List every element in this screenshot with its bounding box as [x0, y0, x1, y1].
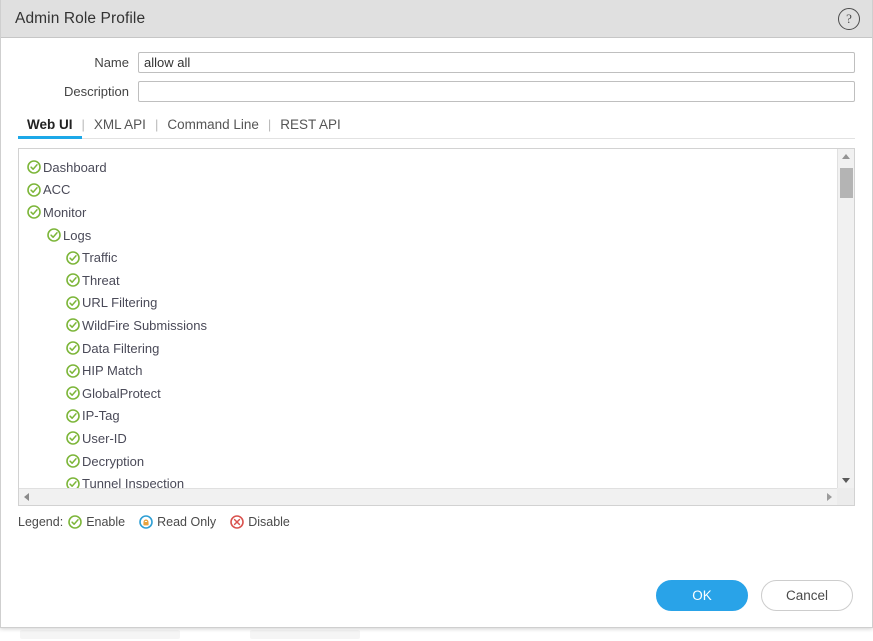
scrollbar-corner [837, 488, 854, 505]
page-title: Admin Role Profile [15, 9, 146, 27]
legend-item-disable: Disable [230, 515, 290, 529]
tree-horizontal-scrollbar[interactable] [19, 488, 837, 505]
background-page-strip-2 [250, 630, 360, 639]
tree-item-label: Threat [82, 272, 120, 288]
tree-item[interactable]: Dashboard [19, 156, 837, 179]
scroll-right-arrow-icon[interactable] [827, 493, 832, 501]
description-field-row: Description [18, 81, 855, 102]
scroll-down-arrow-icon[interactable] [842, 478, 850, 483]
cancel-button[interactable]: Cancel [761, 580, 853, 611]
tree-item[interactable]: ACC [19, 179, 837, 202]
tree-item[interactable]: Decryption [19, 450, 837, 473]
legend-label-enable: Enable [86, 515, 126, 529]
check-circle-icon[interactable] [66, 431, 80, 446]
tree-item-label: Traffic [82, 250, 118, 266]
tab-rest-api[interactable]: REST API [271, 117, 350, 138]
check-circle-icon[interactable] [66, 409, 80, 423]
check-circle-icon[interactable] [47, 228, 61, 242]
legend-label-disable: Disable [248, 515, 290, 529]
tree-vertical-scrollbar[interactable] [837, 149, 854, 488]
tree-item-label: Dashboard [43, 159, 107, 175]
ok-button[interactable]: OK [656, 580, 748, 611]
help-circle-icon[interactable]: ? [838, 7, 860, 30]
check-circle-icon[interactable] [66, 341, 80, 355]
check-circle-icon[interactable] [27, 183, 41, 197]
tree-item-label: ACC [43, 182, 71, 198]
tree-item[interactable]: IP-Tag [19, 405, 837, 428]
profile-form: Name Description [1, 38, 872, 102]
help-icon-glyph: ? [846, 11, 852, 26]
tree-item-label: Decryption [82, 453, 145, 469]
scroll-up-arrow-icon[interactable] [842, 154, 850, 159]
legend-label-read-only: Read Only [157, 515, 217, 529]
vertical-scroll-thumb[interactable] [840, 168, 853, 198]
tab-bar: Web UI | XML API | Command Line | REST A… [18, 111, 855, 139]
check-circle-icon[interactable] [66, 273, 80, 288]
scroll-left-arrow-icon[interactable] [24, 493, 29, 501]
permissions-tree-list[interactable]: Dashboard ACC Monitor Logs Traffic Threat URL … [19, 149, 837, 488]
description-input[interactable] [138, 81, 855, 102]
check-circle-icon[interactable] [27, 160, 41, 175]
tree-item[interactable]: Tunnel Inspection [19, 472, 837, 488]
tree-item[interactable]: User-ID [19, 427, 837, 450]
legend: Legend: Enable Read Only Disable [18, 515, 855, 529]
check-circle-icon[interactable] [66, 363, 80, 378]
background-page-strip-1 [20, 630, 180, 639]
check-circle-icon[interactable] [66, 476, 80, 488]
legend-label: Legend: [18, 515, 64, 529]
tab-command-line[interactable]: Command Line [158, 117, 268, 138]
tree-item-label: Logs [63, 227, 92, 243]
check-circle-icon[interactable] [27, 205, 41, 220]
check-circle-icon[interactable] [66, 386, 80, 401]
tree-item[interactable]: Threat [19, 269, 837, 292]
admin-role-profile-dialog: Admin Role Profile ? Name Description We… [0, 0, 873, 628]
name-input[interactable] [138, 52, 855, 73]
tree-item[interactable]: Monitor [19, 201, 837, 224]
check-circle-icon[interactable] [66, 318, 80, 333]
check-circle-icon[interactable] [66, 250, 80, 265]
dialog-titlebar: Admin Role Profile ? [1, 0, 872, 38]
tree-item[interactable]: Logs [19, 224, 837, 247]
tree-item[interactable]: Data Filtering [19, 337, 837, 360]
tree-item-label: WildFire Submissions [82, 317, 207, 333]
lock-circle-icon [139, 515, 153, 529]
tree-item-label: HIP Match [82, 363, 143, 379]
description-label: Description [63, 84, 129, 99]
tree-item-label: GlobalProtect [82, 385, 161, 401]
tree-item-label: User-ID [82, 430, 127, 446]
tree-item[interactable]: HIP Match [19, 359, 837, 382]
tree-item-label: Monitor [43, 204, 87, 220]
permissions-tree-panel: Dashboard ACC Monitor Logs Traffic Threat URL … [18, 148, 855, 506]
check-circle-icon [68, 515, 82, 529]
check-circle-icon[interactable] [66, 296, 80, 310]
name-field-row: Name [18, 52, 855, 73]
tree-item-label: Tunnel Inspection [82, 476, 185, 488]
x-circle-icon [230, 515, 244, 529]
legend-item-read-only: Read Only [139, 515, 216, 529]
tree-item-label: IP-Tag [82, 408, 120, 424]
tree-item[interactable]: GlobalProtect [19, 382, 837, 405]
legend-item-enable: Enable [68, 515, 125, 529]
tab-web-ui[interactable]: Web UI [18, 117, 82, 139]
tree-item-label: URL Filtering [82, 295, 158, 311]
tree-item-label: Data Filtering [82, 340, 160, 356]
tree-item[interactable]: WildFire Submissions [19, 314, 837, 337]
dialog-footer: OK Cancel [656, 580, 853, 611]
tree-item[interactable]: URL Filtering [19, 292, 837, 315]
tab-xml-api[interactable]: XML API [85, 117, 155, 138]
tree-item[interactable]: Traffic [19, 246, 837, 269]
check-circle-icon[interactable] [66, 454, 80, 468]
name-label: Name [94, 55, 129, 70]
